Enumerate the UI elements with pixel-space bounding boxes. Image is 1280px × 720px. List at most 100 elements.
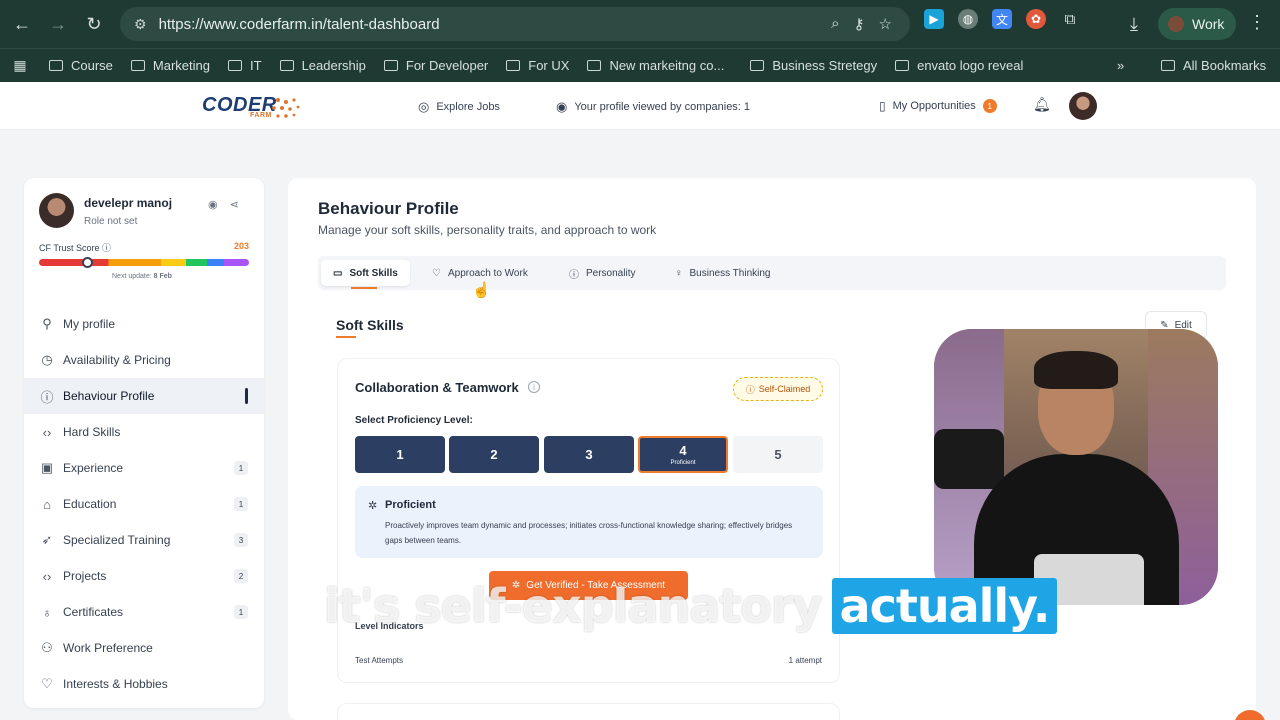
info-circle-icon: ⓘ (745, 384, 755, 395)
user-avatar[interactable] (1069, 92, 1097, 120)
password-key-icon[interactable]: ⚷ (854, 15, 865, 33)
extension-globe-icon[interactable]: ◍ (958, 9, 978, 29)
tab-personality[interactable]: ⓘ Personality (557, 260, 647, 286)
level-2-button[interactable]: 2 (449, 436, 539, 473)
extension-translate-icon[interactable]: 文 (992, 9, 1012, 29)
bookmarks-overflow[interactable]: » (1108, 58, 1133, 73)
info-circle-icon: ⓘ (569, 269, 579, 281)
more-menu-icon[interactable]: ⋮ (1248, 12, 1266, 33)
bell-icon[interactable]: 🔔︎ (1033, 96, 1051, 113)
profile-views-link[interactable]: ◉ Your profile viewed by companies: 1 (556, 99, 750, 115)
code-icon: ‹› (42, 424, 52, 440)
level-4-button[interactable]: 4 Proficient (638, 436, 728, 473)
sidebar-item-hard-skills[interactable]: ‹› Hard Skills (24, 414, 264, 450)
download-icon[interactable]: ⤓ (1116, 6, 1152, 42)
logo-dots-icon (272, 98, 300, 118)
sparkle-icon: ✲ (368, 500, 378, 512)
info-circle-icon: ⓘ (40, 389, 54, 405)
bookmark-marketing[interactable]: Marketing (122, 58, 219, 73)
clock-icon: ◷ (41, 352, 53, 367)
folder-icon (895, 60, 910, 71)
bookmark-business-strategy[interactable]: Business Stretegy (741, 58, 886, 73)
sidebar-item-projects[interactable]: ‹› Projects 2 (24, 558, 264, 594)
bookmark-star-icon[interactable]: ☆ (879, 15, 892, 33)
webcam-overlay (934, 329, 1218, 605)
folder-icon (587, 60, 602, 71)
heart-icon: ♡ (41, 676, 53, 691)
reload-icon[interactable]: ↻ (76, 6, 112, 42)
bookmark-envato[interactable]: envato logo reveal (886, 58, 1032, 73)
my-opportunities-link[interactable]: ▯ My Opportunities 1 (879, 99, 997, 113)
status-badge: ⓘ Self-Claimed (733, 377, 823, 401)
briefcase-icon: ▣ (40, 460, 54, 475)
zoom-icon[interactable]: ⌕ (831, 15, 839, 33)
extensions-puzzle-icon[interactable]: ⧉ (1060, 9, 1080, 29)
sidebar-item-education[interactable]: ⌂ Education 1 (24, 486, 264, 522)
sidebar-item-availability[interactable]: ◷ Availability & Pricing (24, 342, 264, 378)
sidebar-item-certificates[interactable]: ♁ Certificates 1 (24, 594, 264, 630)
profile-avatar-icon (1168, 16, 1184, 32)
coderfarm-logo[interactable]: CODER FARM (202, 94, 277, 119)
folder-icon (130, 60, 145, 71)
test-attempts-label: Test Attempts (355, 656, 404, 665)
address-bar[interactable]: ⚙ https://www.coderfarm.in/talent-dashbo… (120, 7, 910, 41)
count-badge: 1 (234, 605, 248, 619)
level-3-button[interactable]: 3 (544, 436, 634, 473)
microphone-icon (934, 429, 1004, 489)
proficiency-description: ✲ Proficient Proactively improves team d… (355, 486, 823, 558)
sidebar-item-specialized-training[interactable]: ➶ Specialized Training 3 (24, 522, 264, 558)
bookmark-it[interactable]: IT (219, 58, 271, 73)
profile-name: develepr manoj (84, 196, 173, 210)
profile-role: Role not set (84, 216, 138, 227)
page-title: Behaviour Profile (318, 199, 459, 218)
caption-text: it's self-explanatory (324, 579, 823, 633)
presenter-hair (1034, 351, 1118, 389)
eye-icon[interactable]: ◉ (208, 198, 218, 211)
bookmark-course[interactable]: Course (40, 58, 122, 73)
sidebar-item-my-profile[interactable]: ⚲ My profile (24, 306, 264, 342)
graduation-cap-icon: ⌂ (43, 496, 51, 512)
sidebar-item-behaviour-profile[interactable]: ⓘ Behaviour Profile (24, 378, 264, 414)
share-icon[interactable]: ⋖ (230, 198, 239, 211)
folder-icon (279, 60, 294, 71)
apps-grid-icon[interactable]: ▦ (0, 57, 40, 74)
next-skill-card (337, 703, 840, 720)
explore-jobs-link[interactable]: ◎ Explore Jobs (418, 99, 500, 115)
folder-icon (506, 60, 521, 71)
folder-icon (49, 60, 63, 71)
sidebar-item-experience[interactable]: ▣ Experience 1 (24, 450, 264, 486)
profile-avatar (39, 193, 74, 228)
bookmark-for-developer[interactable]: For Developer (375, 58, 497, 73)
page-subtitle: Manage your soft skills, personality tra… (318, 223, 657, 237)
back-icon[interactable]: ← (4, 6, 40, 42)
sidebar-item-work-preference[interactable]: ⚇ Work Preference (24, 630, 264, 666)
sidebar-item-interests[interactable]: ♡ Interests & Hobbies (24, 666, 264, 702)
profile-sidebar: develepr manoj Role not set ◉ ⋖ CF Trust… (24, 178, 264, 708)
extension-color-icon[interactable]: ✿ (1026, 9, 1046, 29)
level-5-button[interactable]: 5 (733, 436, 823, 473)
bookmark-new-marketing[interactable]: New markeitng co... (578, 58, 733, 73)
folder-icon (228, 60, 242, 71)
user-icon: ⚲ (42, 316, 52, 331)
forward-icon[interactable]: → (40, 6, 76, 42)
profile-button[interactable]: Work (1158, 8, 1236, 40)
count-badge: 3 (234, 533, 248, 547)
tab-business-thinking[interactable]: ♀ Business Thinking (663, 260, 782, 286)
count-badge: 1 (234, 497, 248, 511)
proficiency-label: Select Proficiency Level: (355, 415, 473, 426)
tab-soft-skills[interactable]: ▭ Soft Skills (321, 260, 410, 289)
award-icon: ♁ (42, 604, 52, 620)
all-bookmarks[interactable]: All Bookmarks (1152, 58, 1275, 73)
bookmark-icon: ▯ (879, 99, 886, 113)
level-1-button[interactable]: 1 (355, 436, 445, 473)
folder-icon (750, 60, 765, 71)
site-settings-icon[interactable]: ⚙ (134, 16, 147, 33)
behaviour-tabs: ▭ Soft Skills ♡ Approach to Work ⓘ Personal… (318, 256, 1226, 290)
code-icon: ‹› (42, 568, 52, 584)
url-text: https://www.coderfarm.in/talent-dashboar… (158, 15, 440, 33)
sidebar-nav: ⚲ My profile ◷ Availability & Pricing ⓘ Beh… (24, 306, 264, 702)
extension-play-icon[interactable]: ▶ (924, 9, 944, 29)
bookmark-leadership[interactable]: Leadership (271, 58, 375, 73)
bookmark-for-ux[interactable]: For UX (497, 58, 578, 73)
info-icon[interactable]: i (528, 381, 540, 393)
